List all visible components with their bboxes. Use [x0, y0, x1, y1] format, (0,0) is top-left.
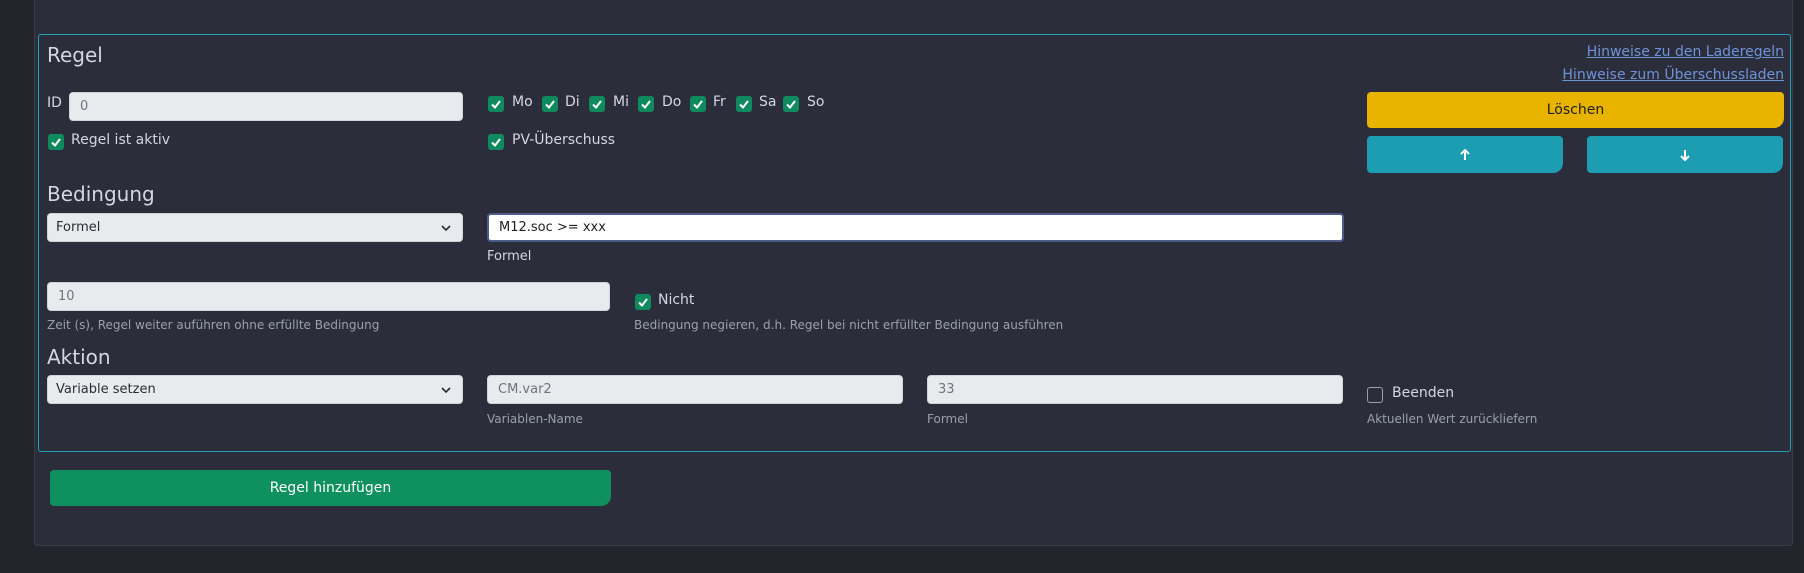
- condition-type-select[interactable]: Formel: [47, 213, 463, 242]
- day-checkbox-fr[interactable]: [690, 96, 706, 112]
- finish-caption: Aktuellen Wert zurückliefern: [1367, 412, 1538, 426]
- day-label-fr: Fr: [713, 94, 726, 110]
- condition-not-checkbox[interactable]: [635, 294, 651, 310]
- rule-active-checkbox[interactable]: [48, 134, 64, 150]
- finish-label: Beenden: [1392, 385, 1455, 401]
- condition-formula-input[interactable]: M12.soc >= xxx: [487, 213, 1344, 242]
- condition-formula-caption: Formel: [487, 249, 532, 264]
- action-title: Aktion: [47, 345, 111, 369]
- day-checkbox-mi[interactable]: [589, 96, 605, 112]
- action-formula-input[interactable]: 33: [927, 375, 1343, 404]
- condition-title: Bedingung: [47, 182, 155, 206]
- day-checkbox-mo[interactable]: [488, 96, 504, 112]
- variable-name-input[interactable]: CM.var2: [487, 375, 903, 404]
- chevron-down-icon: [440, 214, 452, 241]
- condition-time-input[interactable]: 10: [47, 282, 610, 311]
- day-checkbox-do[interactable]: [638, 96, 654, 112]
- rule-active-label: Regel ist aktiv: [71, 132, 171, 148]
- id-input[interactable]: 0: [69, 92, 463, 121]
- day-label-mo: Mo: [512, 94, 533, 110]
- action-type-value: Variable setzen: [56, 382, 156, 397]
- day-checkbox-so[interactable]: [783, 96, 799, 112]
- day-label-di: Di: [565, 94, 580, 110]
- day-checkbox-sa[interactable]: [736, 96, 752, 112]
- id-label: ID: [47, 95, 62, 111]
- action-type-select[interactable]: Variable setzen: [47, 375, 463, 404]
- arrow-down-icon: [1680, 149, 1690, 161]
- link-surplus-charging[interactable]: Hinweise zum Überschussladen: [1562, 67, 1784, 83]
- day-label-do: Do: [662, 94, 682, 110]
- day-label-sa: Sa: [759, 94, 777, 110]
- variable-name-caption: Variablen-Name: [487, 412, 583, 426]
- rule-title: Regel: [47, 43, 103, 67]
- day-label-mi: Mi: [613, 94, 629, 110]
- pv-surplus-label: PV-Überschuss: [512, 132, 616, 148]
- chevron-down-icon: [440, 376, 452, 403]
- arrow-up-icon: [1460, 148, 1470, 160]
- day-label-so: So: [807, 94, 825, 110]
- action-formula-caption: Formel: [927, 412, 968, 426]
- condition-type-value: Formel: [56, 220, 101, 235]
- move-down-button[interactable]: [1587, 136, 1783, 173]
- condition-time-caption: Zeit (s), Regel weiter auführen ohne erf…: [47, 318, 380, 332]
- condition-not-label: Nicht: [658, 292, 695, 308]
- condition-not-caption: Bedingung negieren, d.h. Regel bei nicht…: [634, 318, 1064, 332]
- delete-rule-button[interactable]: Löschen: [1367, 92, 1784, 128]
- finish-checkbox[interactable]: [1367, 387, 1383, 403]
- link-charging-rules[interactable]: Hinweise zu den Laderegeln: [1587, 44, 1784, 60]
- pv-surplus-checkbox[interactable]: [488, 134, 504, 150]
- day-checkbox-di[interactable]: [542, 96, 558, 112]
- add-rule-button[interactable]: Regel hinzufügen: [50, 470, 611, 506]
- move-up-button[interactable]: [1367, 136, 1563, 173]
